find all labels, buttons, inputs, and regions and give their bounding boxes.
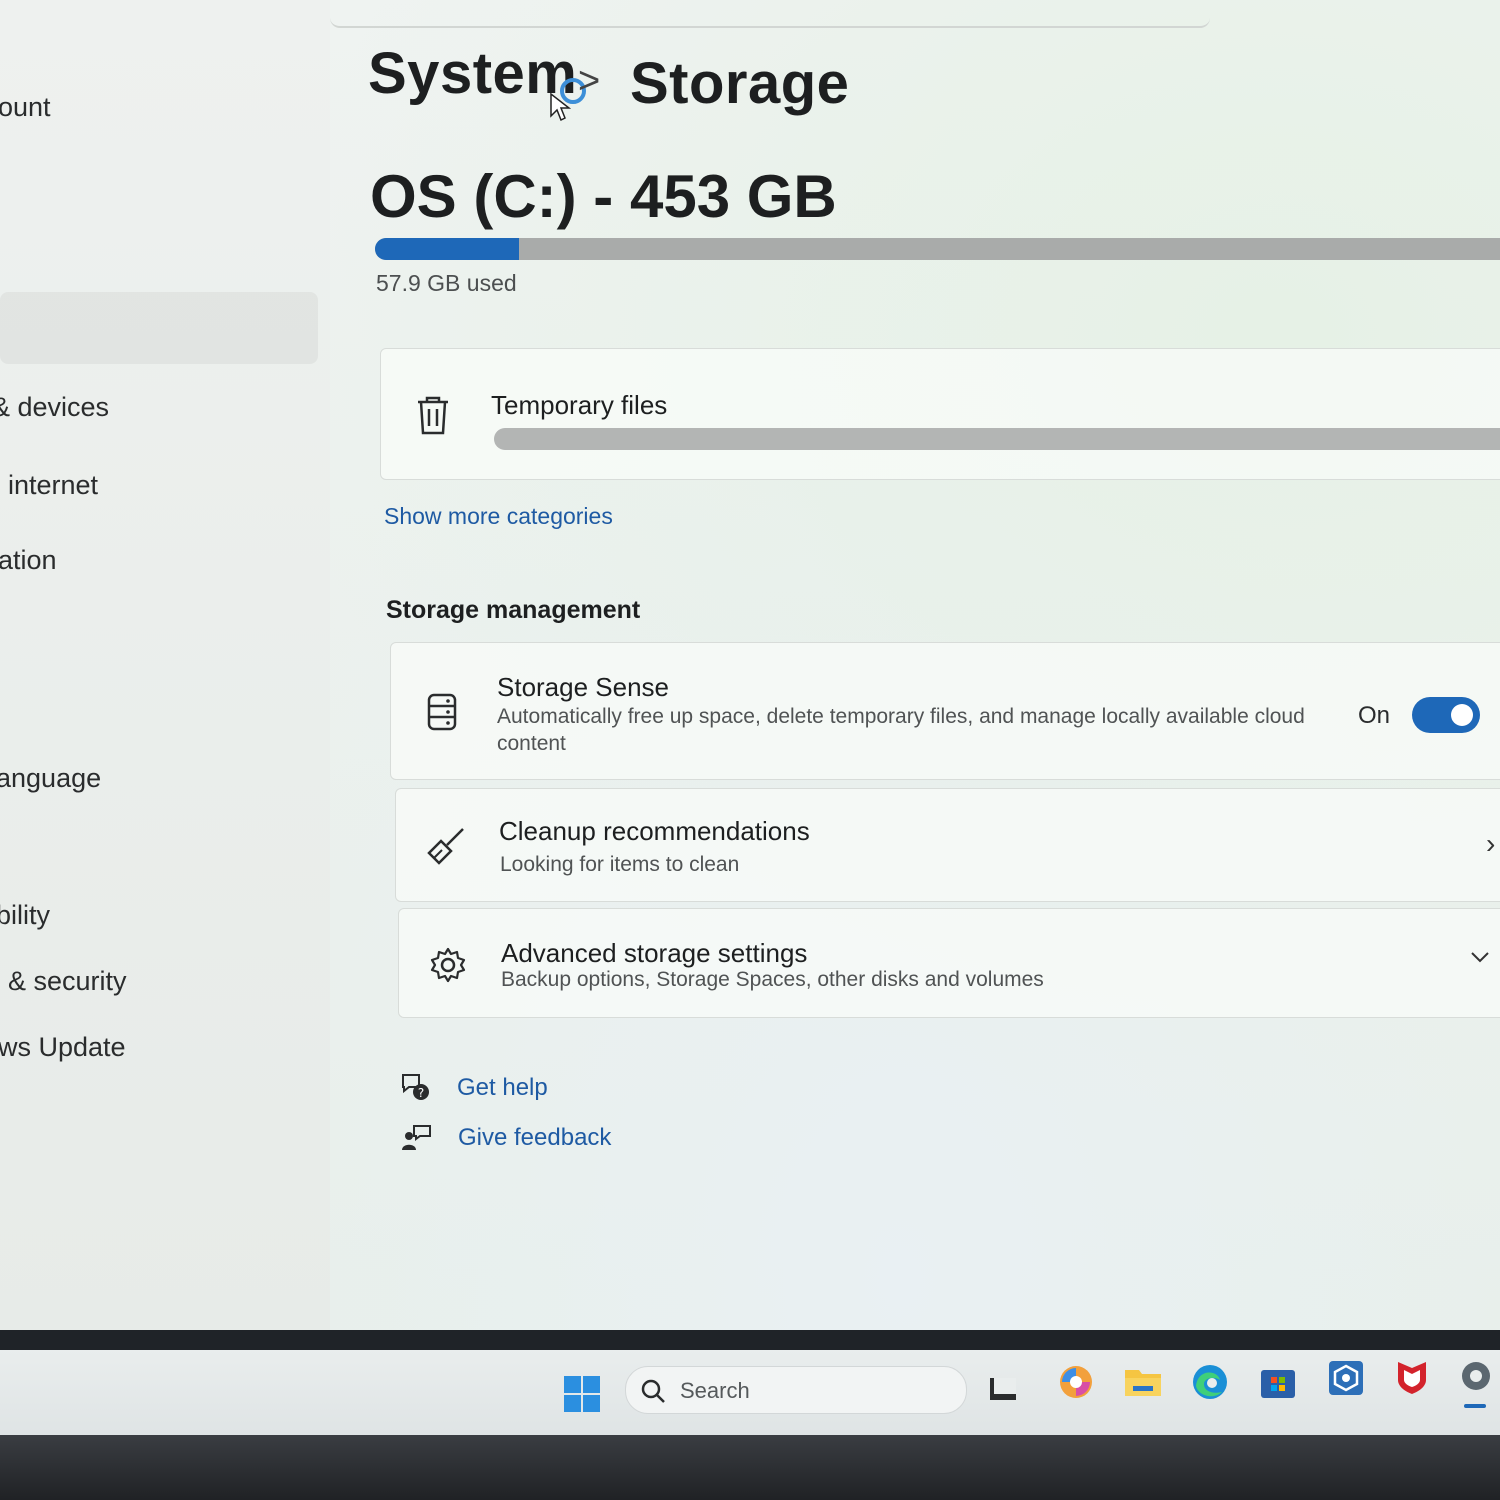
drive-usage-fill <box>375 238 519 260</box>
storage-sense-description: Automatically free up space, delete temp… <box>497 705 1305 755</box>
sidebar-item-bluetooth-devices[interactable]: & devices <box>0 392 109 423</box>
taskbar-search-box[interactable] <box>625 1366 967 1414</box>
sidebar-item-windows-update[interactable]: ws Update <box>0 1032 126 1063</box>
temporary-files-label: Temporary files <box>491 390 668 420</box>
drive-usage-bar <box>375 238 1500 260</box>
storage-management-heading: Storage management <box>386 596 641 624</box>
window-top-edge <box>330 0 1210 28</box>
monitor-bezel <box>0 1435 1500 1500</box>
search-icon <box>641 1379 665 1403</box>
temporary-files-bar <box>494 428 1500 450</box>
cleanup-recommendations-description: Looking for items to clean <box>500 853 740 876</box>
breadcrumb-system[interactable]: System <box>368 40 577 107</box>
taskbar-border <box>0 1330 1500 1352</box>
mcafee-icon[interactable] <box>1392 1356 1432 1396</box>
sidebar-item-personalization[interactable]: ation <box>0 545 57 576</box>
settings-icon[interactable] <box>1456 1356 1496 1396</box>
storage-drive-icon <box>420 690 464 734</box>
mouse-pointer-icon <box>550 92 571 122</box>
drive-used-text: 57.9 GB used <box>376 270 517 296</box>
cleanup-recommendations-title: Cleanup recommendations <box>499 816 810 846</box>
give-feedback-link[interactable]: Give feedback <box>458 1124 611 1152</box>
show-more-categories-link[interactable]: Show more categories <box>384 503 613 530</box>
svg-text:?: ? <box>418 1086 424 1100</box>
settings-active-indicator <box>1464 1404 1486 1408</box>
edge-icon[interactable] <box>1190 1362 1230 1402</box>
chevron-right-icon: › <box>1486 828 1496 859</box>
task-view-icon[interactable] <box>984 1372 1024 1412</box>
microsoft-store-icon[interactable] <box>1258 1362 1298 1402</box>
drive-title: OS (C:) - 453 GB <box>370 163 837 230</box>
trash-icon <box>410 392 456 438</box>
sidebar-item-time-language[interactable]: anguage <box>0 763 101 794</box>
settings-window: ount & devices internet ation anguage bi… <box>0 0 1500 1345</box>
broom-icon <box>424 824 468 868</box>
toggle-knob <box>1451 704 1473 726</box>
get-help-icon: ? <box>398 1070 432 1104</box>
sidebar-item-accessibility[interactable]: bility <box>0 900 50 931</box>
storage-sense-title: Storage Sense <box>497 672 670 702</box>
sidebar-item-privacy-security[interactable]: & security <box>8 966 127 997</box>
gear-icon <box>426 943 470 987</box>
sidebar: ount & devices internet ation anguage bi… <box>0 0 330 1345</box>
get-help-link[interactable]: Get help <box>457 1074 548 1102</box>
chevron-down-icon <box>1471 952 1489 963</box>
advanced-storage-settings-description: Backup options, Storage Spaces, other di… <box>501 968 1044 991</box>
sidebar-selected-highlight <box>0 292 318 364</box>
page-title: Storage <box>630 51 850 116</box>
taskbar-search-placeholder: Search <box>680 1378 750 1403</box>
give-feedback-icon <box>399 1121 433 1155</box>
advanced-storage-settings-title: Advanced storage settings <box>501 938 808 968</box>
copilot-icon[interactable] <box>1056 1362 1096 1402</box>
windows-start-icon[interactable] <box>562 1374 602 1414</box>
breadcrumb-separator: > <box>578 60 601 102</box>
storage-sense-toggle-label: On <box>1358 702 1391 729</box>
sidebar-item-accounts[interactable]: ount <box>0 92 51 123</box>
app-icon[interactable] <box>1326 1358 1366 1398</box>
storage-sense-toggle[interactable] <box>1412 697 1480 733</box>
file-explorer-icon[interactable] <box>1123 1364 1163 1404</box>
sidebar-item-network-internet[interactable]: internet <box>8 470 98 501</box>
